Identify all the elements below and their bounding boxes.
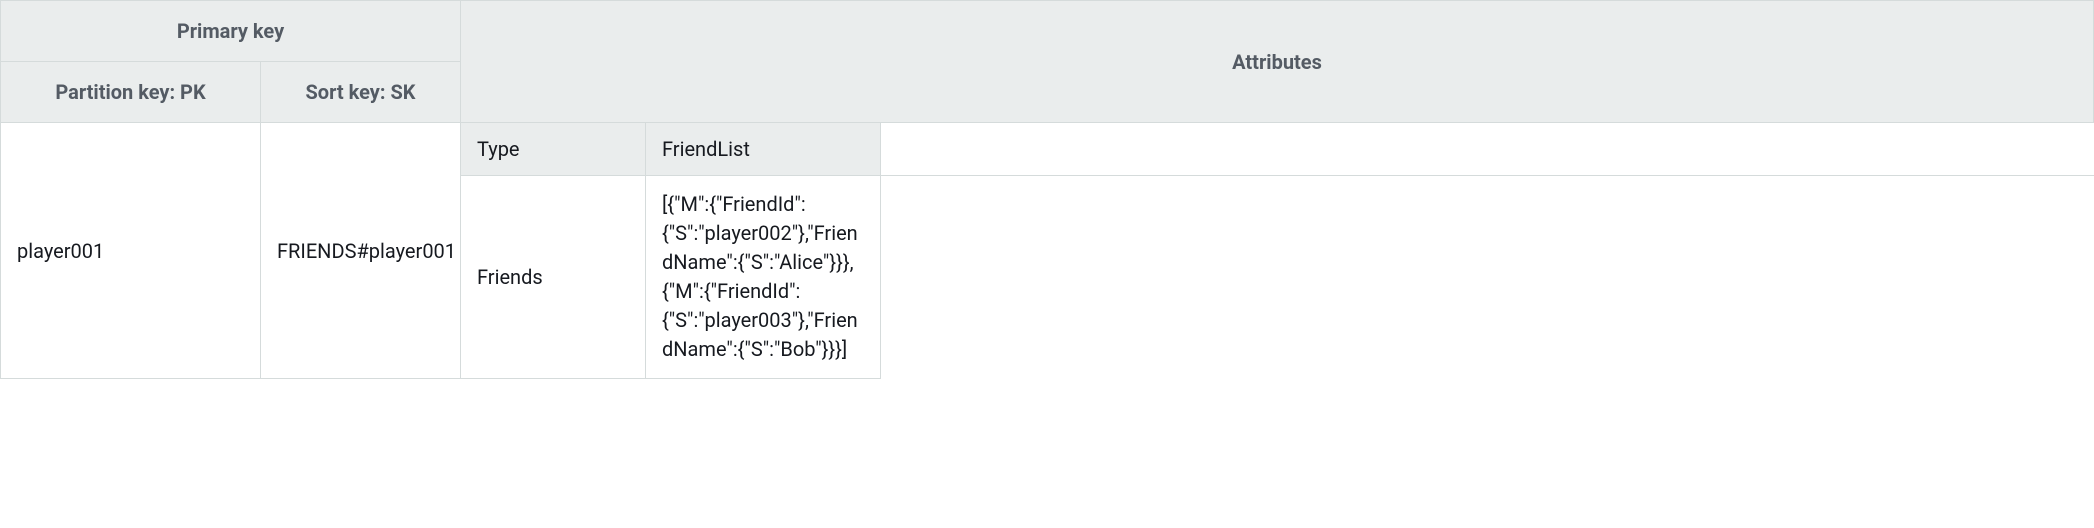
primary-key-header: Primary key (1, 1, 461, 62)
cell-partition-key: player001 (1, 123, 261, 379)
attr-col-blank (881, 123, 2094, 176)
cell-blank (881, 176, 2094, 379)
dynamodb-table-view: Primary key Attributes Partition key: PK… (0, 0, 2094, 379)
attr-col-friendlist-header: FriendList (646, 123, 881, 176)
cell-sort-key: FRIENDS#player001 (261, 123, 461, 379)
cell-type: Friends (461, 176, 646, 379)
partition-key-header: Partition key: PK (1, 62, 261, 123)
friendlist-value: [{"M":{"FriendId":{"S":"player002"},"Fri… (662, 190, 864, 364)
cell-friendlist: [{"M":{"FriendId":{"S":"player002"},"Fri… (646, 176, 881, 379)
sort-key-header: Sort key: SK (261, 62, 461, 123)
attributes-header: Attributes (461, 1, 2094, 123)
attr-col-type-header: Type (461, 123, 646, 176)
data-table: Primary key Attributes Partition key: PK… (0, 0, 2094, 379)
table-header-row-1: Primary key Attributes (1, 1, 2094, 62)
attribute-columns-row: player001 FRIENDS#player001 Type FriendL… (1, 123, 2094, 176)
